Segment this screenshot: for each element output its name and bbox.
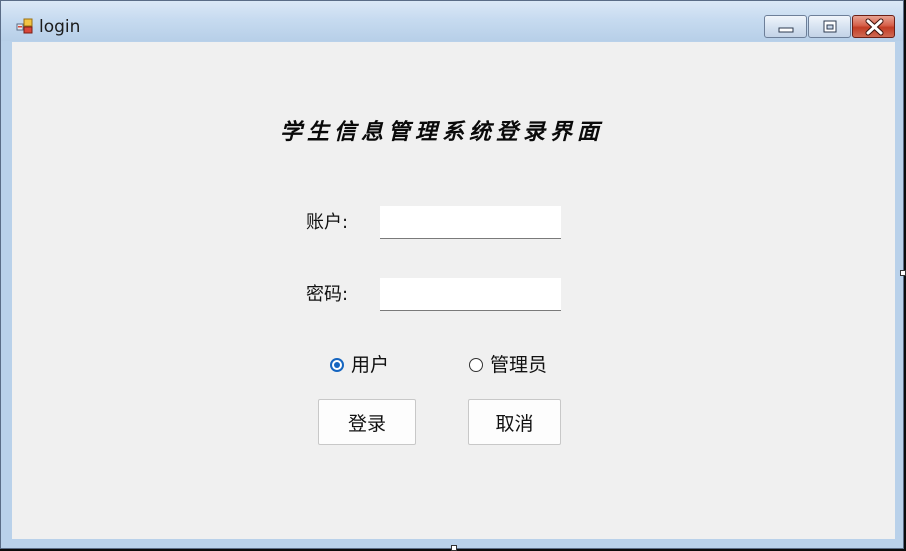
maximize-icon <box>823 20 837 33</box>
radio-unchecked-icon <box>469 358 483 372</box>
role-radio-user-label: 用户 <box>351 354 390 376</box>
login-window: login 学生信息管理系统登录界面 账户: 密码: 用户 管理员 登录 取消 <box>0 0 904 549</box>
login-button[interactable]: 登录 <box>318 399 416 445</box>
role-radio-admin-label: 管理员 <box>490 354 548 376</box>
account-input[interactable] <box>380 206 561 239</box>
form-client-area: 学生信息管理系统登录界面 账户: 密码: 用户 管理员 登录 取消 <box>12 42 895 539</box>
app-icon <box>16 18 34 34</box>
password-input[interactable] <box>380 278 561 311</box>
maximize-button[interactable] <box>808 15 851 38</box>
close-icon <box>865 18 884 36</box>
resize-handle-right[interactable] <box>900 270 906 276</box>
radio-checked-icon <box>330 358 344 372</box>
minimize-icon <box>778 27 794 33</box>
role-radio-user[interactable]: 用户 <box>330 353 389 377</box>
title-bar[interactable]: login <box>1 1 903 41</box>
window-title: login <box>39 17 81 37</box>
minimize-button[interactable] <box>764 15 807 38</box>
close-button[interactable] <box>852 15 895 38</box>
password-label: 密码: <box>306 284 349 305</box>
page-title: 学生信息管理系统登录界面 <box>279 119 604 145</box>
cancel-button[interactable]: 取消 <box>468 399 561 445</box>
resize-handle-bottom[interactable] <box>451 545 457 551</box>
account-label: 账户: <box>306 212 349 233</box>
role-radio-admin[interactable]: 管理员 <box>469 353 547 377</box>
